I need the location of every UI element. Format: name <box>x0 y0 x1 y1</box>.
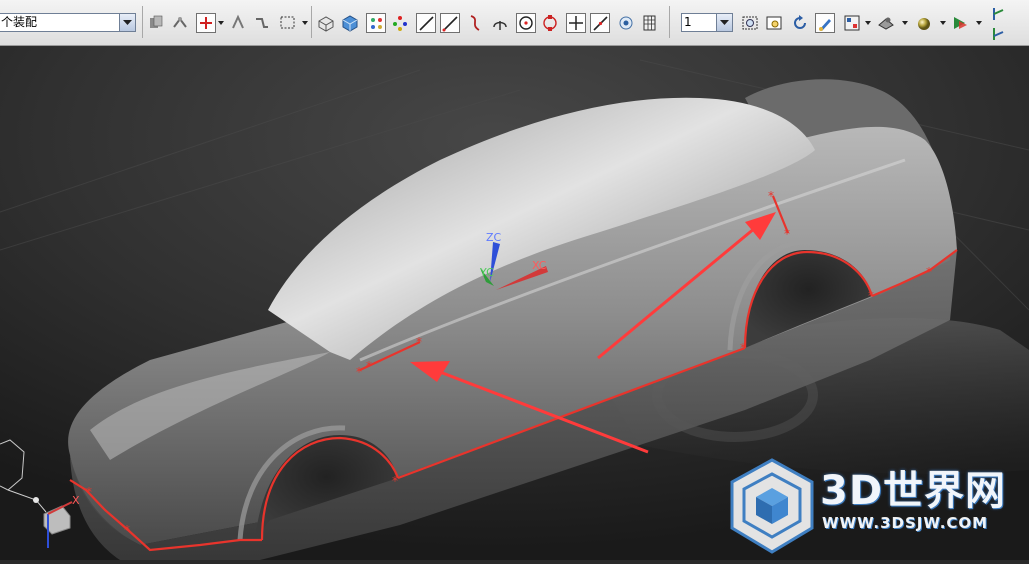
shaded-block-icon[interactable] <box>340 13 360 33</box>
crosshair-icon[interactable] <box>566 13 586 33</box>
orient-alt-icon[interactable] <box>988 24 1008 44</box>
svg-text:*: * <box>124 523 130 537</box>
zoom-fit-icon[interactable] <box>740 13 760 33</box>
point-dropdown-icon[interactable] <box>218 21 224 25</box>
assembly-selector-value: 个装配 <box>1 15 38 29</box>
toolbar-separator <box>311 6 312 38</box>
chevron-down-icon <box>123 20 132 25</box>
render-icon[interactable] <box>876 13 896 33</box>
graphics-viewport[interactable]: * * * * * * * * * * * ZC XC YC X 3D世界网 W… <box>0 46 1029 560</box>
move-handle-icon[interactable] <box>252 13 272 33</box>
table-grid-icon[interactable] <box>640 13 660 33</box>
filter-icon[interactable] <box>146 13 166 33</box>
layer-selector[interactable]: 1 <box>681 13 733 32</box>
sphere-icon[interactable] <box>914 13 934 33</box>
svg-text:*: * <box>392 474 398 488</box>
play-dropdown-icon[interactable] <box>976 21 982 25</box>
select-box-icon[interactable] <box>278 13 298 33</box>
view-dropdown-icon[interactable] <box>865 21 871 25</box>
svg-text:*: * <box>356 365 362 379</box>
zc-label: ZC <box>486 231 502 244</box>
layer-selector-value: 1 <box>684 15 692 29</box>
assembly-selector[interactable]: 个装配 <box>0 13 136 32</box>
chevron-down-icon <box>720 20 729 25</box>
rotate-icon[interactable] <box>790 13 810 33</box>
toolbar-separator <box>669 6 670 38</box>
quadrant-icon[interactable] <box>540 13 560 33</box>
xc-label: XC <box>532 259 547 272</box>
diagonal-line-icon[interactable] <box>590 13 610 33</box>
pattern-icon[interactable] <box>366 13 386 33</box>
edit-icon[interactable] <box>815 13 835 33</box>
toolbar-separator <box>142 6 143 38</box>
layer-dropdown-button[interactable] <box>716 14 732 31</box>
play-icon[interactable] <box>950 13 970 33</box>
view-grid-icon[interactable] <box>842 13 862 33</box>
yc-label: YC <box>479 266 494 279</box>
zoom-window-icon[interactable] <box>764 13 784 33</box>
sphere-dropdown-icon[interactable] <box>940 21 946 25</box>
orient-icon[interactable] <box>988 4 1008 24</box>
svg-text:*: * <box>768 189 774 203</box>
snap-icon[interactable] <box>170 13 190 33</box>
triad-x-label: X <box>72 494 80 507</box>
select-dropdown-icon[interactable] <box>302 21 308 25</box>
curve-icon[interactable] <box>466 13 486 33</box>
watermark-title: 3D世界网 <box>820 468 1007 514</box>
render-dropdown-icon[interactable] <box>902 21 908 25</box>
svg-text:*: * <box>740 341 746 355</box>
svg-text:*: * <box>86 485 92 499</box>
line-icon[interactable] <box>440 13 460 33</box>
svg-text:*: * <box>416 335 422 349</box>
line-icon[interactable] <box>416 13 436 33</box>
move-icon[interactable] <box>228 13 248 33</box>
fork-icon[interactable] <box>490 13 510 33</box>
svg-text:*: * <box>784 227 790 241</box>
svg-text:*: * <box>926 265 932 279</box>
main-toolbar: 个装配 1 <box>0 0 1029 46</box>
scatter-icon[interactable] <box>390 13 410 33</box>
watermark-logo-icon <box>730 458 814 554</box>
circle-center-icon[interactable] <box>516 13 536 33</box>
eye-icon[interactable] <box>616 13 636 33</box>
triad-origin <box>33 497 39 503</box>
box-wireframe-icon[interactable] <box>316 13 336 33</box>
svg-text:*: * <box>868 289 874 303</box>
svg-text:*: * <box>366 359 372 373</box>
point-icon[interactable] <box>196 13 216 33</box>
assembly-dropdown-button[interactable] <box>119 14 135 31</box>
site-watermark: 3D世界网 WWW.3DSJW.COM <box>726 456 1026 556</box>
watermark-url: WWW.3DSJW.COM <box>822 514 989 532</box>
